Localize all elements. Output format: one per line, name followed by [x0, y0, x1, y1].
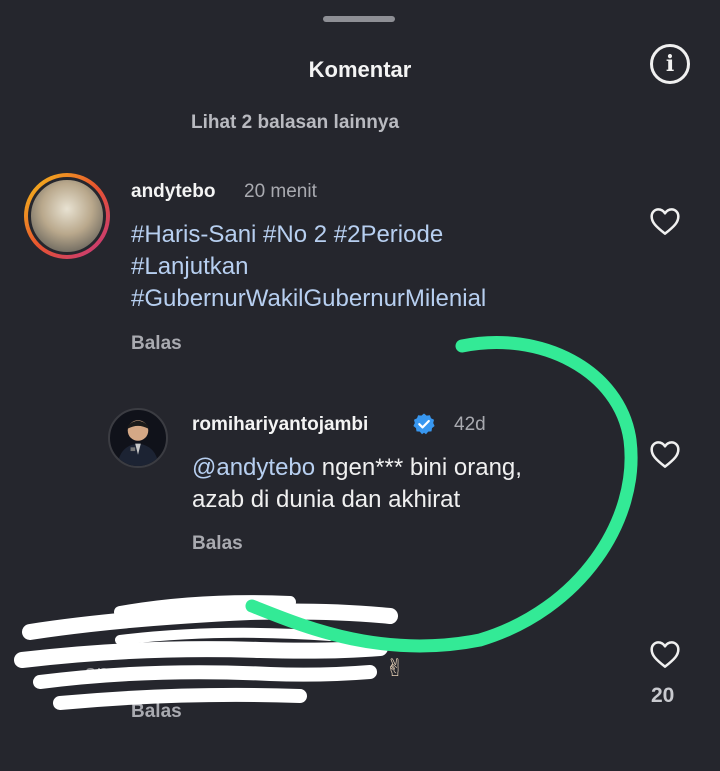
redaction-scribble — [14, 595, 398, 710]
annotation-overlay — [14, 336, 638, 710]
annotation-arrow-stroke — [245, 336, 638, 653]
